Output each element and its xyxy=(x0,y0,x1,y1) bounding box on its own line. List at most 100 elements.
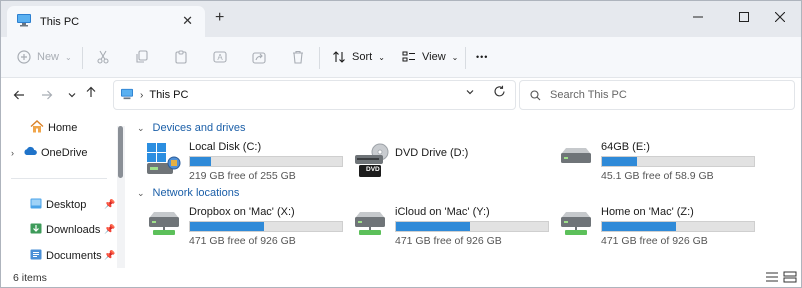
drive-usage-fill xyxy=(190,157,212,166)
address-row: › This PC Search This PC xyxy=(1,78,801,112)
tab-title: This PC xyxy=(40,15,80,28)
drive-usage-fill xyxy=(396,222,471,231)
drive-usage-bar xyxy=(189,221,343,232)
sort-label: Sort xyxy=(352,51,373,63)
new-button[interactable]: New ⌄ xyxy=(17,45,72,69)
sort-button[interactable]: Sort ⌄ xyxy=(332,45,385,69)
cut-button[interactable] xyxy=(96,45,110,69)
recent-locations-button[interactable] xyxy=(63,86,81,104)
new-label: New xyxy=(37,51,60,63)
drive-usage-bar xyxy=(601,221,755,232)
drive-free-space: 45.1 GB free of 58.9 GB xyxy=(601,170,714,182)
drive-usage-fill xyxy=(602,222,677,231)
tab-this-pc[interactable]: This PC ✕ xyxy=(7,6,205,37)
nav-item-label: Downloads xyxy=(46,224,101,236)
minimize-button[interactable] xyxy=(675,5,721,29)
drive-usage-bar xyxy=(601,156,755,167)
share-icon xyxy=(252,52,266,64)
pin-icon: 📌 xyxy=(104,224,116,234)
see-more-button[interactable]: ••• xyxy=(476,45,488,69)
more-icon: ••• xyxy=(476,52,489,62)
nav-item-documents[interactable]: Documents xyxy=(30,249,102,263)
network-drive-tile-y[interactable]: iCloud on 'Mac' (Y:) 471 GB free of 926 … xyxy=(353,206,553,248)
content-pane: ⌄ Devices and drives Local Disk (C:) 219… xyxy=(131,112,801,268)
monitor-icon xyxy=(120,88,134,103)
command-bar: New ⌄ A Sort ⌄ View ⌄ ••• xyxy=(1,37,801,78)
view-button[interactable]: View ⌄ xyxy=(402,45,458,69)
drive-tile-e[interactable]: 64GB (E:) 45.1 GB free of 58.9 GB xyxy=(559,141,759,183)
new-tab-button[interactable]: + xyxy=(215,10,224,26)
breadcrumb-this-pc[interactable]: This PC xyxy=(149,89,188,101)
scrollbar-thumb[interactable] xyxy=(118,126,123,178)
details-view-button[interactable] xyxy=(765,271,779,283)
sort-icon xyxy=(333,51,345,63)
rename-icon: A xyxy=(213,51,227,63)
forward-button[interactable] xyxy=(38,86,56,104)
tiles-view-button[interactable] xyxy=(783,271,797,283)
delete-button[interactable] xyxy=(291,45,305,69)
dvd-drive-icon xyxy=(353,143,393,182)
search-input[interactable]: Search This PC xyxy=(519,80,795,110)
copy-button[interactable] xyxy=(135,45,149,69)
group-header-devices[interactable]: ⌄ Devices and drives xyxy=(137,122,245,134)
network-drive-icon xyxy=(353,208,389,241)
arrow-left-icon xyxy=(13,90,24,100)
documents-folder-icon xyxy=(30,249,42,263)
copy-icon xyxy=(136,50,148,63)
refresh-icon xyxy=(494,85,505,97)
nav-item-label: Desktop xyxy=(46,199,87,211)
toolbar-divider xyxy=(319,47,320,69)
drive-name: Local Disk (C:) xyxy=(189,141,262,153)
plus-circle-icon xyxy=(17,50,31,64)
chevron-right-icon: › xyxy=(11,147,14,158)
drive-free-space: 471 GB free of 926 GB xyxy=(601,235,708,247)
dvd-badge: DVD xyxy=(366,166,380,173)
drive-name: DVD Drive (D:) xyxy=(395,147,469,159)
drive-free-space: 219 GB free of 255 GB xyxy=(189,170,296,182)
drive-tile-d[interactable]: DVD DVD Drive (D:) xyxy=(353,141,553,183)
title-bar: This PC ✕ + xyxy=(1,1,801,37)
nav-item-downloads[interactable]: Downloads xyxy=(30,223,100,237)
chevron-down-icon xyxy=(466,90,474,95)
tiles-view-icon xyxy=(783,271,797,283)
network-drive-tile-z[interactable]: Home on 'Mac' (Z:) 471 GB free of 926 GB xyxy=(559,206,759,248)
drive-name: Dropbox on 'Mac' (X:) xyxy=(189,206,295,218)
chevron-down-icon xyxy=(68,93,76,98)
tab-close-icon[interactable]: ✕ xyxy=(182,13,193,29)
up-button[interactable] xyxy=(82,83,100,101)
drive-name: Home on 'Mac' (Z:) xyxy=(601,206,694,218)
chevron-down-icon: ⌄ xyxy=(378,52,385,62)
rename-button[interactable]: A xyxy=(213,45,227,69)
network-drive-icon xyxy=(559,208,595,241)
file-explorer-window: This PC ✕ + New ⌄ A Sort ⌄ View ⌄ ••• › … xyxy=(0,0,802,288)
svg-text:A: A xyxy=(217,53,223,62)
share-button[interactable] xyxy=(252,45,266,69)
paste-button[interactable] xyxy=(174,45,188,69)
group-header-network[interactable]: ⌄ Network locations xyxy=(137,187,239,199)
search-icon xyxy=(530,89,541,100)
refresh-button[interactable] xyxy=(493,85,506,101)
nav-scrollbar[interactable] xyxy=(117,126,125,270)
network-drive-tile-x[interactable]: Dropbox on 'Mac' (X:) 471 GB free of 926… xyxy=(147,206,347,248)
maximize-icon xyxy=(739,12,749,22)
address-bar[interactable]: › This PC xyxy=(113,80,516,110)
back-button[interactable] xyxy=(10,86,28,104)
nav-item-onedrive[interactable]: › OneDrive xyxy=(11,146,87,159)
search-placeholder: Search This PC xyxy=(550,89,627,101)
chevron-down-icon: ⌄ xyxy=(65,52,72,62)
close-window-button[interactable] xyxy=(757,5,801,29)
nav-item-home[interactable]: Home xyxy=(30,120,77,136)
arrow-right-icon xyxy=(42,90,53,100)
nav-item-desktop[interactable]: Desktop xyxy=(30,198,86,212)
cloud-icon xyxy=(23,146,37,159)
toolbar-divider xyxy=(82,47,83,69)
monitor-icon xyxy=(16,13,32,30)
address-history-button[interactable] xyxy=(465,87,475,100)
details-view-icon xyxy=(766,272,778,282)
navigation-pane: Home › OneDrive Desktop 📌 Downloads 📌 Do… xyxy=(1,112,129,270)
group-header-label: Network locations xyxy=(152,187,240,199)
scissors-icon xyxy=(97,50,109,64)
drive-usage-fill xyxy=(602,157,637,166)
drive-tile-c[interactable]: Local Disk (C:) 219 GB free of 255 GB xyxy=(147,141,347,183)
clipboard-icon xyxy=(175,50,187,64)
